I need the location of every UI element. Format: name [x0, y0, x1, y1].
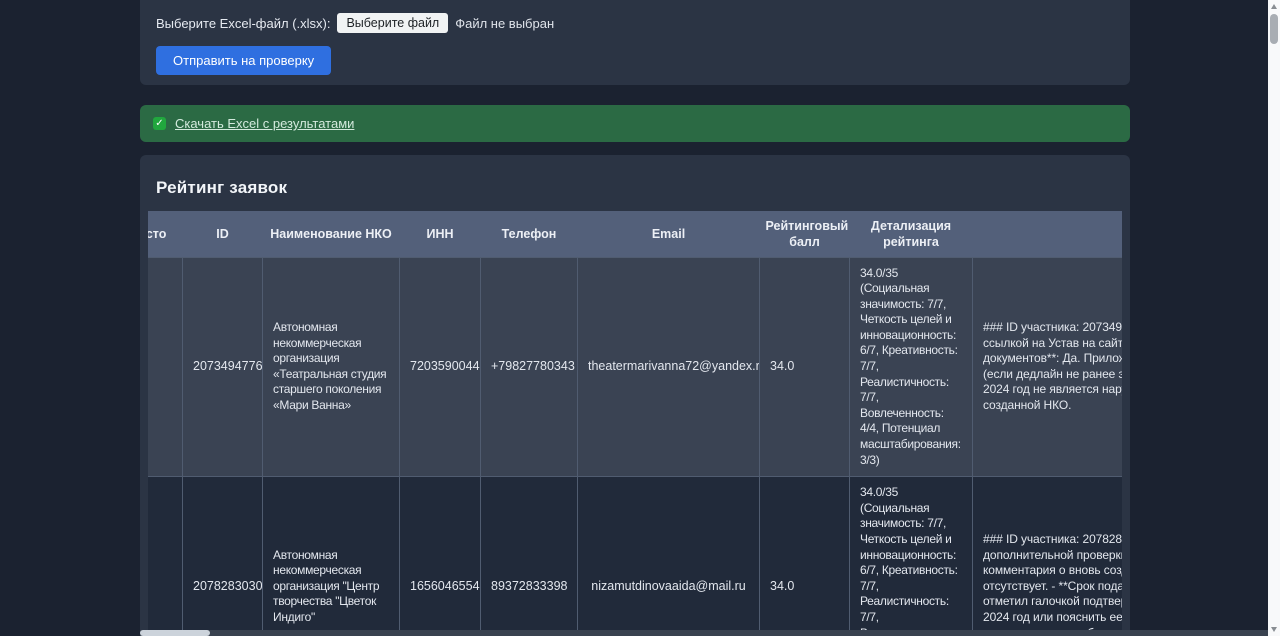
- cell-comment: ### ID участника: 20782830 дополнительно…: [973, 477, 1123, 630]
- cell-comment: ### ID участника: 20734947 ссылкой на Ус…: [973, 257, 1123, 477]
- cell-place: [148, 477, 183, 630]
- cell-id: 2073494776: [183, 257, 263, 477]
- table-header-row: Место ID Наименование НКО ИНН Телефон Em…: [148, 211, 1122, 257]
- cell-place: [148, 257, 183, 477]
- page: Выберите Excel-файл (.xlsx): Выберите фа…: [0, 0, 1280, 636]
- cell-score: 34.0: [760, 477, 850, 630]
- rating-title: Рейтинг заявок: [140, 155, 1130, 198]
- rating-table-wrapper[interactable]: Место ID Наименование НКО ИНН Телефон Em…: [148, 211, 1122, 630]
- rating-table: Место ID Наименование НКО ИНН Телефон Em…: [148, 211, 1122, 630]
- table-row: 2073494776 Автономная некоммерческая орг…: [148, 257, 1122, 477]
- scrollbar-down-arrow-icon[interactable]: [1271, 627, 1277, 632]
- cell-name: Автономная некоммерческая организация "Ц…: [263, 477, 400, 630]
- table-row: 2078283030 Автономная некоммерческая орг…: [148, 477, 1122, 630]
- success-banner: Скачать Excel с результатами: [140, 105, 1130, 142]
- choose-file-button[interactable]: Выберите файл: [337, 13, 448, 33]
- cell-inn: 7203590044: [400, 257, 481, 477]
- vertical-scrollbar[interactable]: [1268, 0, 1280, 636]
- column-header-email: Email: [578, 211, 760, 257]
- upload-card: Выберите Excel-файл (.xlsx): Выберите фа…: [140, 0, 1130, 85]
- column-header-place: Место: [148, 211, 183, 257]
- cell-phone: +79827780343: [481, 257, 578, 477]
- column-header-comment: [973, 211, 1123, 257]
- cell-inn: 1656046554: [400, 477, 481, 630]
- scrollbar-up-arrow-icon[interactable]: [1271, 4, 1277, 9]
- check-icon: [153, 117, 166, 130]
- column-header-score: Рейтинговый балл: [760, 211, 850, 257]
- cell-score: 34.0: [760, 257, 850, 477]
- horizontal-scrollbar[interactable]: [140, 630, 1268, 636]
- cell-email: theatermarivanna72@yandex.ru: [578, 257, 760, 477]
- cell-email: nizamutdinovaaida@mail.ru: [578, 477, 760, 630]
- column-header-id: ID: [183, 211, 263, 257]
- file-input-label: Выберите Excel-файл (.xlsx):: [156, 16, 330, 31]
- cell-details: 34.0/35 (Социальная значимость: 7/7, Чет…: [850, 257, 973, 477]
- cell-details: 34.0/35 (Социальная значимость: 7/7, Чет…: [850, 477, 973, 630]
- horizontal-scrollbar-thumb[interactable]: [140, 630, 210, 636]
- column-header-details: Детализация рейтинга: [850, 211, 973, 257]
- column-header-inn: ИНН: [400, 211, 481, 257]
- submit-button[interactable]: Отправить на проверку: [156, 46, 331, 75]
- column-header-name: Наименование НКО: [263, 211, 400, 257]
- vertical-scrollbar-thumb[interactable]: [1270, 14, 1278, 44]
- column-header-phone: Телефон: [481, 211, 578, 257]
- cell-name: Автономная некоммерческая организация «Т…: [263, 257, 400, 477]
- cell-id: 2078283030: [183, 477, 263, 630]
- download-excel-link[interactable]: Скачать Excel с результатами: [175, 116, 354, 131]
- rating-card: Рейтинг заявок Место ID Наименование НКО…: [140, 155, 1130, 636]
- file-status-text: Файл не выбран: [455, 16, 554, 31]
- cell-phone: 89372833398: [481, 477, 578, 630]
